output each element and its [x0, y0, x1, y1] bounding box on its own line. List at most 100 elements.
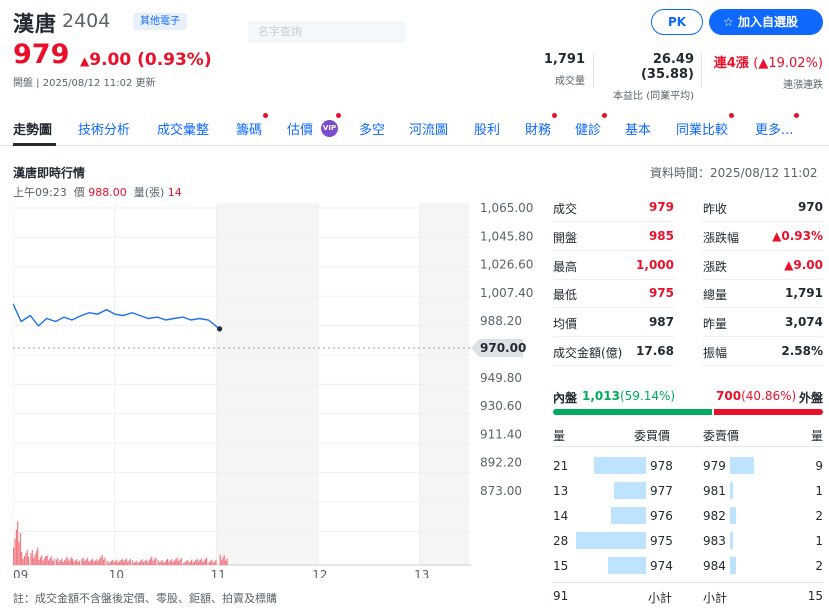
row-divider [703, 365, 823, 366]
up-arrow-icon: ▲ [80, 54, 90, 68]
tab-peers[interactable]: 同業比較 [676, 113, 735, 138]
stat-volume: 1,791 成交量 [535, 52, 585, 87]
quote-label: 總量 [703, 288, 728, 303]
quote-value: 2.58% [781, 344, 823, 358]
row-divider [703, 221, 823, 222]
quote-value: 985 [648, 228, 674, 243]
volume-bar [25, 553, 27, 565]
bid-price: 978 [650, 459, 673, 473]
volume-bar [23, 556, 26, 565]
volume-bar [151, 556, 153, 565]
volume-bar [139, 562, 141, 565]
volume-bar [221, 559, 223, 566]
volume-bar [33, 558, 35, 565]
stat-divider [701, 54, 702, 88]
last-price: 979 [13, 39, 70, 70]
ask-depth-bar [730, 507, 736, 524]
tab-longshort[interactable]: 多空 [359, 119, 385, 138]
volume-bar [53, 559, 55, 565]
volume-bar [74, 560, 76, 565]
volume-bar [118, 561, 121, 566]
bid-price: 977 [650, 484, 673, 498]
notification-dot [602, 113, 608, 118]
stat-volume-value: 1,791 [543, 52, 585, 67]
notification-dot [552, 113, 558, 118]
tab-bar: 走勢圖 技術分析 成交彙整 籌碼 估價 VIP 多空 河流圖 股利 財務 健診 基… [0, 110, 829, 146]
tab-valuation[interactable]: 估價 VIP [287, 113, 343, 138]
x-axis-ticks: 09 10 11 12 13 [13, 568, 429, 578]
intraday-chart[interactable]: 1,065.00 1,045.80 1,026.60 1,007.40 988.20 94… [13, 203, 535, 578]
volume-bar [133, 562, 135, 565]
quote-label: 成交金額(億) [553, 346, 623, 360]
tab-basic[interactable]: 基本 [625, 119, 651, 138]
y-tick-label: 1,065.00 [480, 203, 533, 215]
tab-trades[interactable]: 成交彙整 [157, 119, 209, 138]
reference-price-tag: 970.00 [471, 339, 526, 358]
ask-depth-bar [730, 532, 733, 549]
add-watchlist-button[interactable]: ☆ 加入自選股 [709, 9, 823, 35]
volume-bar [83, 561, 86, 565]
ask-depth-bar [730, 457, 754, 474]
stock-name: 漢唐 [13, 12, 57, 36]
bid-depth-bar [608, 557, 646, 574]
volume-bar [172, 562, 174, 565]
volume-bar [110, 561, 112, 565]
tab-label: 財務 [525, 123, 552, 138]
row-divider [553, 221, 674, 222]
notification-dot [794, 113, 800, 118]
tab-health[interactable]: 健診 [575, 113, 608, 138]
volume-bar [61, 558, 63, 565]
cursor-time: 上午09:23 [13, 186, 67, 199]
stat-divider [593, 54, 594, 88]
volume-bar [127, 562, 129, 565]
volume-bar [226, 558, 228, 566]
stat-pe-label: 本益比 (同業平均) [613, 91, 694, 102]
volume-bar [92, 558, 94, 566]
stat-streak-label: 連漲連跌 [783, 80, 823, 91]
y-tick-label: 911.40 [480, 427, 522, 441]
volume-bar [109, 562, 111, 565]
tab-financials[interactable]: 財務 [525, 113, 558, 138]
quote-label: 昨量 [703, 317, 728, 332]
tab-trend[interactable]: 走勢圖 [13, 119, 52, 138]
category-badge[interactable]: 其他電子 [133, 13, 187, 30]
inner-value: 1,013(59.14%) [582, 389, 676, 403]
volume-bar [191, 559, 193, 565]
tab-label: 更多... [755, 123, 794, 138]
volume-bar [204, 559, 206, 565]
volume-bar [147, 562, 149, 565]
tab-technical[interactable]: 技術分析 [78, 119, 130, 138]
bid-price: 974 [650, 559, 673, 573]
volume-bar [44, 558, 46, 566]
active-tab-indicator [13, 143, 56, 146]
volume-bar [185, 561, 187, 565]
tab-river[interactable]: 河流圖 [409, 119, 448, 138]
quote-value: 975 [648, 286, 674, 301]
volume-bar [134, 561, 136, 565]
volume-bar [34, 554, 36, 565]
pk-button[interactable]: PK [651, 9, 703, 35]
x-tick-label: 12 [312, 568, 327, 578]
tab-dividend[interactable]: 股利 [474, 119, 500, 138]
row-divider [553, 365, 674, 366]
bid-depth-bar [613, 482, 646, 499]
tab-chips[interactable]: 籌碼 [236, 113, 269, 138]
volume-bar [192, 562, 194, 565]
volume-bar [121, 558, 123, 566]
volume-bar [196, 558, 198, 566]
volume-bar [148, 560, 150, 565]
ask-price: 983 [703, 534, 726, 548]
volume-bar [93, 561, 95, 565]
volume-bar [81, 559, 83, 565]
quote-row: 總量 1,791 [703, 286, 823, 304]
volume-bar [155, 557, 157, 565]
tab-label: 籌碼 [236, 123, 263, 138]
stat-pe: 26.49 (35.88) 本益比 (同業平均) [598, 52, 694, 102]
bid-depth-bar [593, 457, 646, 474]
volume-bar [82, 557, 84, 565]
stock-code: 2404 [62, 10, 111, 32]
tab-more[interactable]: 更多... [755, 113, 800, 138]
volume-bar [58, 561, 60, 565]
volume-bar [171, 559, 173, 565]
header-qty2: 量 [811, 429, 824, 443]
